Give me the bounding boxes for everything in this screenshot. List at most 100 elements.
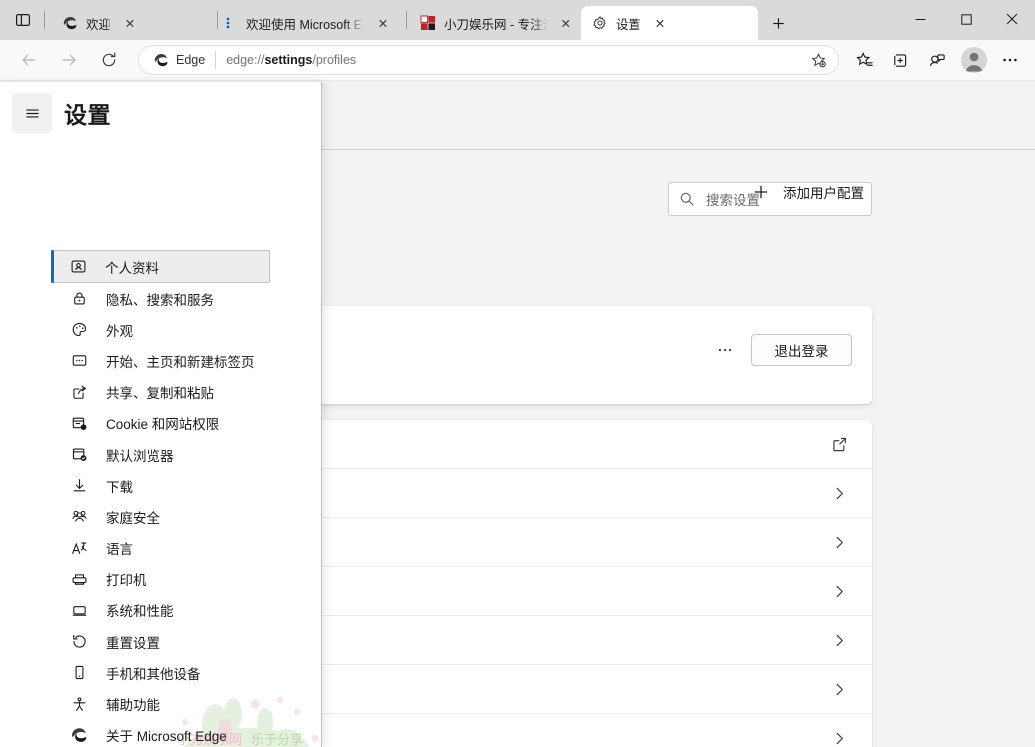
edge-badge-label: Edge bbox=[176, 53, 205, 67]
edge-logo-icon bbox=[61, 15, 78, 32]
settings-sidebar-flyout: 设置 bbox=[0, 82, 322, 747]
sidebar-item-languages[interactable]: 语言 bbox=[52, 533, 270, 564]
add-profile-button[interactable]: 添加用户配置 bbox=[745, 176, 872, 208]
window-controls bbox=[897, 0, 1035, 38]
add-favorite-icon[interactable] bbox=[804, 47, 832, 73]
sidebar-item-family-safety[interactable]: 家庭安全 bbox=[52, 501, 270, 532]
xiaodao-site-icon bbox=[419, 15, 436, 32]
tab-title: 设置 bbox=[616, 14, 641, 33]
tab-strip-left bbox=[0, 0, 51, 40]
hamburger-icon[interactable] bbox=[12, 93, 52, 133]
sidebar-item-appearance[interactable]: 外观 bbox=[52, 314, 270, 345]
close-button[interactable] bbox=[989, 0, 1035, 38]
system-icon bbox=[70, 601, 88, 619]
profile-avatar[interactable] bbox=[961, 47, 987, 73]
sidebar-item-label: 系统和性能 bbox=[106, 600, 174, 620]
sidebar-item-label: 个人资料 bbox=[105, 257, 159, 277]
tab-settings[interactable]: 设置 ✕ bbox=[581, 6, 758, 40]
chevron-right-icon bbox=[828, 482, 850, 504]
browser-toolbar: Edge edge://settings/profiles bbox=[0, 40, 1035, 81]
sidebar-item-system-performance[interactable]: 系统和性能 bbox=[52, 595, 270, 626]
edge-logo-icon bbox=[70, 726, 88, 744]
sidebar-item-printers[interactable]: 打印机 bbox=[52, 564, 270, 595]
url-path-bold: settings bbox=[264, 53, 312, 67]
url-suffix: /profiles bbox=[312, 53, 356, 67]
sidebar-header: 设置 bbox=[0, 82, 321, 144]
sidebar-item-phone-other-devices[interactable]: 手机和其他设备 bbox=[52, 657, 270, 688]
new-tab-button[interactable] bbox=[762, 7, 794, 39]
address-bar[interactable]: Edge edge://settings/profiles bbox=[138, 45, 839, 75]
forward-arrow-icon[interactable] bbox=[52, 43, 86, 77]
tab-search-button[interactable] bbox=[8, 5, 38, 35]
add-profile-label: 添加用户配置 bbox=[783, 182, 864, 202]
default-browser-icon bbox=[70, 446, 88, 464]
sidebar-item-accessibility[interactable]: 辅助功能 bbox=[52, 688, 270, 719]
sidebar-item-privacy-search-services[interactable]: 隐私、搜索和服务 bbox=[52, 283, 270, 314]
sidebar-item-about-edge[interactable]: 关于 Microsoft Edge bbox=[52, 720, 270, 747]
sign-out-label: 退出登录 bbox=[775, 340, 829, 360]
tab-title: 欢迎使用 Microsoft Edge bbox=[246, 14, 364, 33]
tab-close-button[interactable]: ✕ bbox=[649, 12, 671, 34]
sidebar-item-label: 默认浏览器 bbox=[106, 445, 174, 465]
accessibility-icon bbox=[70, 695, 88, 713]
sidebar-item-cookies-site-permissions[interactable]: Cookie 和网站权限 bbox=[52, 408, 270, 439]
palette-icon bbox=[70, 321, 88, 339]
phone-icon bbox=[70, 664, 88, 682]
refresh-icon[interactable] bbox=[92, 43, 126, 77]
sidebar-item-reset-settings[interactable]: 重置设置 bbox=[52, 626, 270, 657]
collections-icon[interactable] bbox=[883, 43, 917, 77]
page-title: 设置 bbox=[64, 96, 111, 130]
sidebar-item-label: 下载 bbox=[106, 476, 133, 496]
chevron-right-icon bbox=[828, 629, 850, 651]
cookie-permissions-icon bbox=[70, 414, 88, 432]
tab-close-button[interactable]: ✕ bbox=[119, 12, 141, 34]
tab-divider bbox=[406, 11, 407, 29]
sidebar-item-label: 家庭安全 bbox=[106, 507, 160, 527]
settings-and-more-button[interactable] bbox=[993, 43, 1027, 77]
tab-close-button[interactable]: ✕ bbox=[556, 12, 575, 34]
tab-title: 小刀娱乐网 - 专注活动 bbox=[444, 14, 548, 33]
tab-strip-divider bbox=[44, 11, 45, 29]
sidebar-item-default-browser[interactable]: 默认浏览器 bbox=[52, 439, 270, 470]
sidebar-item-share-copy-paste[interactable]: 共享、复制和粘贴 bbox=[52, 377, 270, 408]
omnibox-divider bbox=[215, 51, 216, 69]
gear-icon bbox=[591, 15, 608, 32]
edge-identity-badge: Edge bbox=[153, 52, 205, 68]
tab-welcome-to-edge[interactable]: 欢迎使用 Microsoft Edge ✕ bbox=[236, 6, 404, 40]
favorites-icon[interactable] bbox=[847, 43, 881, 77]
download-icon bbox=[70, 477, 88, 495]
chevron-right-icon bbox=[828, 728, 850, 747]
sidebar-item-label: 手机和其他设备 bbox=[106, 663, 201, 683]
sidebar-item-profile[interactable]: 个人资料 bbox=[51, 250, 270, 283]
tab-group-indicator[interactable] bbox=[220, 6, 236, 40]
tab-close-button[interactable]: ✕ bbox=[372, 12, 394, 34]
profile-card-actions: 退出登录 bbox=[709, 334, 852, 366]
language-icon bbox=[70, 539, 88, 557]
maximize-button[interactable] bbox=[943, 0, 989, 38]
profile-more-button[interactable] bbox=[709, 334, 741, 366]
settings-nav-list: 个人资料 隐私、搜索和服务 bbox=[0, 250, 322, 747]
sign-out-button[interactable]: 退出登录 bbox=[751, 334, 852, 366]
tab-title: 欢迎 bbox=[86, 14, 111, 33]
profile-card-icon bbox=[69, 258, 87, 276]
lock-icon bbox=[70, 290, 88, 308]
copilot-icon[interactable] bbox=[919, 43, 953, 77]
chevron-right-icon bbox=[828, 580, 850, 602]
chevron-right-icon bbox=[828, 678, 850, 700]
sidebar-item-start-home-newtab[interactable]: 开始、主页和新建标签页 bbox=[52, 345, 270, 376]
tab-xiaodao[interactable]: 小刀娱乐网 - 专注活动 ✕ bbox=[409, 6, 581, 40]
sidebar-item-label: 开始、主页和新建标签页 bbox=[106, 351, 255, 371]
sidebar-item-label: 关于 Microsoft Edge bbox=[106, 725, 227, 745]
sidebar-item-label: 打印机 bbox=[106, 569, 147, 589]
url-prefix: edge:// bbox=[226, 53, 264, 67]
sidebar-item-downloads[interactable]: 下载 bbox=[52, 470, 270, 501]
tab-divider bbox=[217, 11, 218, 29]
share-icon bbox=[70, 383, 88, 401]
reset-icon bbox=[70, 633, 88, 651]
address-bar-url: edge://settings/profiles bbox=[226, 53, 804, 67]
sidebar-item-label: 外观 bbox=[106, 320, 133, 340]
minimize-button[interactable] bbox=[897, 0, 943, 38]
sidebar-item-label: Cookie 和网站权限 bbox=[106, 413, 219, 433]
back-arrow-icon[interactable] bbox=[12, 43, 46, 77]
tab-welcome[interactable]: 欢迎 ✕ bbox=[51, 6, 215, 40]
